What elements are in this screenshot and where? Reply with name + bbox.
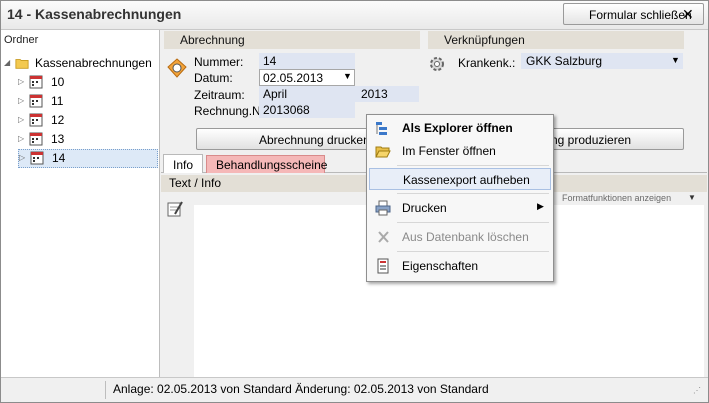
tab-info-label: Info [173, 158, 194, 172]
folder-header: Ordner [4, 34, 39, 46]
datum-value: 02.05.2013 [263, 71, 324, 85]
verknuepfungen-title: Verknüpfungen [444, 33, 525, 47]
tree-item-13[interactable]: ▷ 13 [18, 131, 118, 148]
menu-item-label: Aus Datenbank löschen [402, 230, 529, 244]
rechnung-value: 2013068 [263, 103, 310, 117]
tree-item-label: 12 [51, 113, 65, 127]
folder-icon [15, 59, 29, 69]
tab-behandlungsscheine[interactable]: Behandlungsscheine [206, 155, 328, 173]
note-edit-icon[interactable] [166, 200, 184, 218]
krankenkasse-select[interactable]: GKK Salzburg ▼ [521, 53, 683, 69]
nummer-label: Nummer: [194, 55, 244, 69]
close-icon: ✕ [682, 6, 694, 22]
explorer-icon [376, 122, 387, 135]
menu-item-label: Als Explorer öffnen [402, 121, 513, 135]
textinfo-title: Text / Info [169, 176, 222, 190]
menu-separator [397, 251, 549, 252]
verknuepfungen-header: Verknüpfungen [428, 31, 684, 49]
status-text: Anlage: 02.05.2013 von Standard Änderung… [113, 382, 489, 396]
expand-icon[interactable]: ▷ [19, 153, 25, 162]
expand-icon[interactable]: ▷ [18, 115, 24, 124]
zeitraum-month: April [263, 87, 288, 101]
format-toggle-label[interactable]: Formatfunktionen anzeigen [562, 193, 671, 203]
zeitraum-year: 2013 [361, 87, 388, 101]
tree-root[interactable]: ◢ Kassenabrechnungen [4, 55, 158, 72]
chevron-down-icon[interactable]: ▼ [688, 193, 696, 202]
tree-item-label: 13 [51, 132, 65, 146]
print-abrechnung-label: Abrechnung drucken [259, 133, 370, 147]
chevron-down-icon[interactable]: ▼ [671, 55, 680, 65]
printer-icon [375, 200, 391, 216]
menu-separator [397, 193, 549, 194]
krankenkasse-value: GKK Salzburg [526, 54, 603, 68]
menu-separator [397, 165, 549, 166]
abrechnung-header: Abrechnung [164, 31, 420, 49]
menu-item-label: Drucken [402, 201, 447, 215]
properties-icon [377, 258, 389, 274]
tree-item-14[interactable]: ▷ 14 [18, 149, 158, 168]
rechnung-label: Rechnung.Nr [194, 104, 265, 118]
status-divider [105, 381, 106, 399]
context-menu: Als Explorer öffnen Im Fenster öffnen Ka… [366, 114, 554, 282]
submenu-arrow-icon: ▶ [537, 201, 544, 211]
status-bar: Anlage: 02.05.2013 von Standard Änderung… [1, 377, 708, 402]
tree-item-label: 10 [51, 75, 65, 89]
tree-item-label: 11 [51, 94, 64, 108]
menu-item-properties[interactable]: Eigenschaften [369, 255, 551, 277]
tree-item-11[interactable]: ▷ 11 [18, 93, 118, 110]
nummer-field[interactable]: 14 [259, 53, 355, 69]
expand-icon[interactable]: ▷ [18, 96, 24, 105]
expand-icon[interactable]: ▷ [18, 134, 24, 143]
calendar-icon [29, 94, 43, 108]
close-form-button[interactable]: Formular schließen ✕ [563, 3, 704, 25]
abrechnung-title: Abrechnung [180, 33, 245, 47]
delete-icon [378, 231, 389, 243]
menu-separator [397, 222, 549, 223]
resize-grip-icon[interactable]: ⋰ [693, 386, 701, 395]
zeitraum-field: April 2013 [259, 86, 419, 102]
menu-item-window[interactable]: Im Fenster öffnen [369, 140, 551, 162]
menu-item-delete: Aus Datenbank löschen [369, 226, 551, 248]
datum-picker[interactable]: 02.05.2013 ▼ [259, 69, 355, 86]
abrechnung-icon [167, 58, 187, 78]
menu-item-label: Eigenschaften [402, 259, 479, 273]
tree-item-12[interactable]: ▷ 12 [18, 112, 118, 129]
chevron-down-icon[interactable]: ▼ [343, 71, 352, 81]
tree-item-label: 14 [52, 151, 66, 165]
calendar-icon [29, 132, 43, 146]
zeitraum-label: Zeitraum: [194, 88, 245, 102]
calendar-icon [29, 75, 43, 89]
collapse-icon[interactable]: ◢ [4, 58, 10, 67]
close-form-label: Formular schließen [589, 8, 692, 22]
menu-item-kassenexport[interactable]: Kassenexport aufheben [369, 168, 551, 190]
tab-behandlungsscheine-label: Behandlungsscheine [216, 158, 328, 172]
menu-item-print[interactable]: Drucken ▶ [369, 197, 551, 219]
tree-root-label: Kassenabrechnungen [35, 56, 152, 70]
menu-item-explorer[interactable]: Als Explorer öffnen [369, 117, 551, 139]
folder-open-icon [375, 146, 391, 158]
krankenkasse-label: Krankenk.: [458, 56, 516, 70]
expand-icon[interactable]: ▷ [18, 77, 24, 86]
tab-info[interactable]: Info [163, 154, 203, 173]
datum-label: Datum: [194, 71, 233, 85]
menu-item-label: Im Fenster öffnen [402, 144, 496, 158]
rechnung-field: 2013068 [259, 102, 355, 118]
gear-icon [430, 57, 444, 71]
menu-item-label: Kassenexport aufheben [403, 173, 530, 187]
calendar-icon [30, 151, 44, 165]
produce-button[interactable]: ng produzieren [540, 128, 684, 150]
tree-item-10[interactable]: ▷ 10 [18, 74, 118, 91]
calendar-icon [29, 113, 43, 127]
produce-label: ng produzieren [551, 133, 632, 147]
window-title: 14 - Kassenabrechnungen [7, 6, 182, 22]
nummer-value: 14 [263, 54, 277, 68]
